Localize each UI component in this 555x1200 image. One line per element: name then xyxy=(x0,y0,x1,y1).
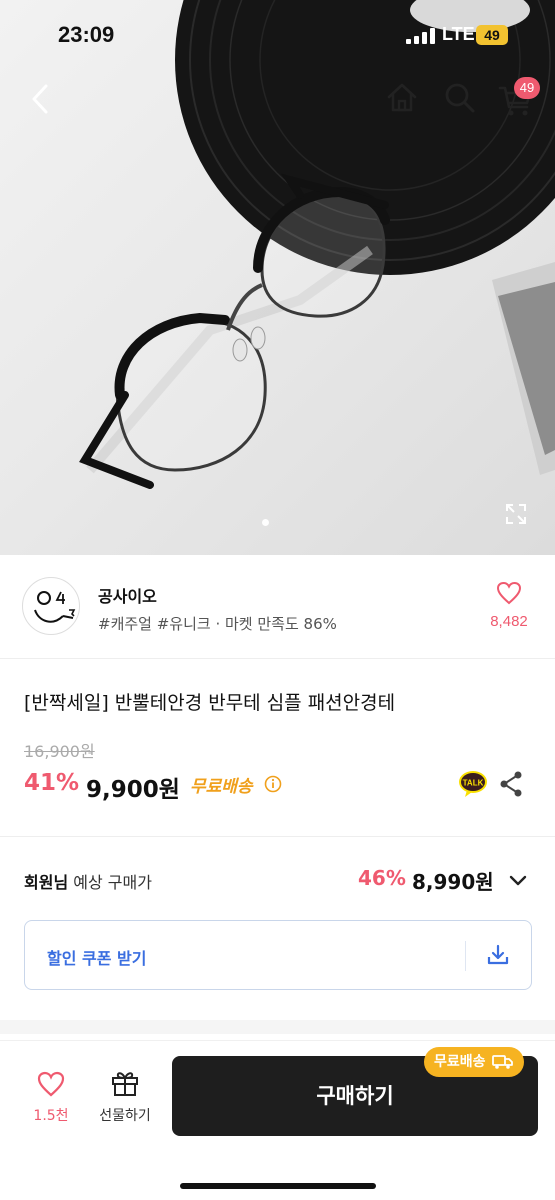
shop-like-count: 8,482 xyxy=(490,613,528,630)
sale-price: 9,900원 xyxy=(86,777,180,803)
coupon-download-button[interactable]: 할인 쿠폰 받기 xyxy=(24,920,532,990)
member-price: 8,990원 xyxy=(412,870,494,894)
member-label-bold: 회원님 xyxy=(24,873,69,892)
talk-label: TALK xyxy=(463,779,484,788)
battery-icon: 49 xyxy=(476,25,508,45)
shop-info[interactable]: 공사이오 #캐주얼 #유니크 · 마켓 만족도 86% 8,482 xyxy=(0,555,555,659)
status-time: 23:09 xyxy=(58,22,115,47)
download-icon xyxy=(487,944,509,965)
kakao-talk-icon[interactable]: TALK xyxy=(458,770,488,798)
divider xyxy=(0,836,555,837)
original-price: 16,900원 xyxy=(24,742,95,761)
shop-meta: #캐주얼 #유니크 · 마켓 만족도 86% xyxy=(98,615,337,633)
product-image[interactable]: 23:09 LTE 49 49 xyxy=(0,0,555,555)
truck-icon xyxy=(492,1055,514,1069)
gift-icon xyxy=(112,1072,138,1096)
product-title: [반짝세일] 반뿔테안경 반무테 심플 패션안경테 xyxy=(24,692,396,714)
like-button[interactable]: 1.5천 xyxy=(26,1071,76,1125)
expand-icon[interactable] xyxy=(504,502,528,526)
share-icon[interactable] xyxy=(498,770,524,798)
coupon-label: 할인 쿠폰 받기 xyxy=(47,949,147,968)
home-indicator xyxy=(180,1183,376,1189)
gift-label: 선물하기 xyxy=(99,1108,151,1124)
bottom-action-bar: 1.5천 선물하기 구매하기 무료배송 xyxy=(0,1040,555,1200)
section-divider xyxy=(0,1020,555,1034)
member-discount-rate: 46% xyxy=(358,866,406,890)
back-icon[interactable] xyxy=(24,80,58,118)
chevron-down-icon[interactable] xyxy=(506,868,530,892)
gallery-indicator xyxy=(262,519,269,526)
signal-icon xyxy=(406,28,435,44)
home-icon[interactable] xyxy=(384,80,420,116)
member-label-rest: 예상 구매가 xyxy=(68,873,152,892)
heart-icon xyxy=(496,581,522,605)
cart-count-badge: 49 xyxy=(514,77,540,99)
network-label: LTE xyxy=(442,24,475,44)
discount-rate: 41% xyxy=(24,770,80,796)
info-icon[interactable] xyxy=(264,775,282,793)
shop-logo[interactable] xyxy=(22,577,80,635)
free-shipping-badge-label: 무료배송 xyxy=(434,1054,486,1070)
coupon-separator xyxy=(465,941,466,971)
free-shipping-label: 무료배송 xyxy=(190,777,253,797)
heart-icon xyxy=(37,1071,65,1097)
like-count: 1.5천 xyxy=(33,1108,69,1124)
member-price-label: 회원님 예상 구매가 xyxy=(24,869,152,893)
status-bar: 23:09 LTE 49 xyxy=(0,0,555,70)
shop-logo-image xyxy=(34,591,76,623)
gift-button[interactable]: 선물하기 xyxy=(90,1069,160,1125)
search-icon[interactable] xyxy=(442,80,478,116)
shop-name[interactable]: 공사이오 xyxy=(98,583,157,607)
shop-like-button[interactable]: 8,482 xyxy=(484,581,534,630)
free-shipping-badge: 무료배송 xyxy=(424,1047,525,1077)
